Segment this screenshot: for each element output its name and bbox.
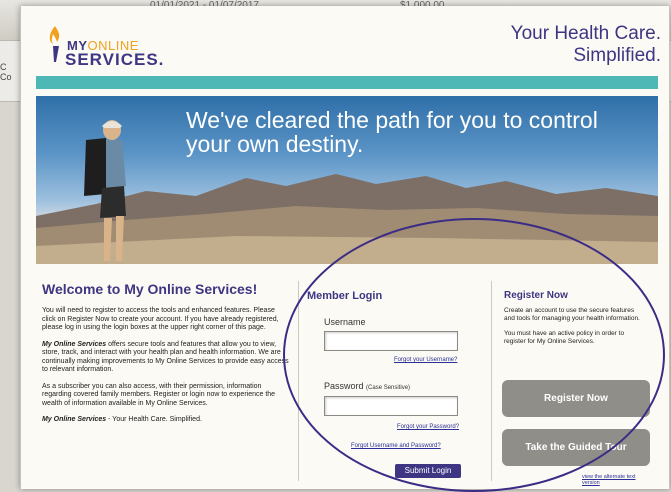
register-now-button[interactable]: Register Now [502, 380, 650, 417]
tagline-line-1: Your Health Care. [510, 23, 661, 44]
forgot-password-link[interactable]: Forgot your Password? [397, 424, 459, 430]
teal-divider-bar [36, 76, 658, 89]
hiker-woman-image [84, 120, 126, 261]
forgot-username-link[interactable]: Forgot your Username? [394, 357, 457, 363]
tagline: Your Health Care. Simplified. [511, 23, 661, 67]
welcome-section: Welcome to My Online Services! You will … [42, 281, 290, 433]
login-page-card: MYONLINE SERVICES. Your Health Care. Sim… [20, 6, 670, 492]
member-login-title: Member Login [307, 290, 383, 302]
password-label: Password (Case Sensitive) [324, 381, 410, 391]
welcome-paragraph-4: My Online Services - Your Health Care. S… [42, 416, 290, 425]
welcome-paragraph-2: My Online Services offers secure tools a… [42, 341, 290, 375]
torch-icon [49, 26, 60, 62]
username-label: Username [324, 317, 366, 327]
tagline-line-2: Simplified. [573, 45, 661, 66]
background-left-fragment: C Co [0, 62, 12, 82]
password-label-text: Password [324, 381, 364, 391]
alternate-text-version-link[interactable]: view the alternate text version [582, 474, 652, 486]
username-input[interactable] [324, 331, 458, 351]
my-online-services-logo[interactable]: MYONLINE SERVICES. [43, 18, 183, 69]
welcome-paragraph-4-text: - Your Health Care. Simplified. [106, 416, 202, 423]
register-paragraph-2: You must have an active policy in order … [504, 330, 625, 345]
submit-login-button[interactable]: Submit Login [395, 464, 461, 478]
password-input[interactable] [324, 396, 458, 416]
register-title: Register Now [504, 290, 568, 301]
welcome-paragraph-3: As a subscriber you can also access, wit… [42, 382, 276, 407]
register-paragraph-1: Create an account to use the secure feat… [504, 307, 640, 322]
forgot-username-and-password-link[interactable]: Forgot Username and Password? [351, 443, 441, 449]
hero-banner: We've cleared the path for you to contro… [36, 96, 658, 264]
welcome-paragraph-2-brand: My Online Services [42, 340, 107, 348]
member-login-panel: Member Login Username Forgot your Userna… [298, 281, 477, 481]
password-case-note: (Case Sensitive) [366, 385, 411, 391]
guided-tour-button[interactable]: Take the Guided Tour [502, 429, 650, 466]
welcome-title: Welcome to My Online Services! [42, 281, 258, 297]
logo-services-text: SERVICES. [65, 50, 165, 69]
welcome-paragraph-4-brand: My Online Services [42, 416, 107, 423]
register-panel: Register Now Create an account to use th… [491, 281, 652, 486]
hero-headline: We've cleared the path for you to contro… [186, 107, 598, 157]
welcome-paragraph-1: You will need to register to access the … [42, 307, 279, 331]
